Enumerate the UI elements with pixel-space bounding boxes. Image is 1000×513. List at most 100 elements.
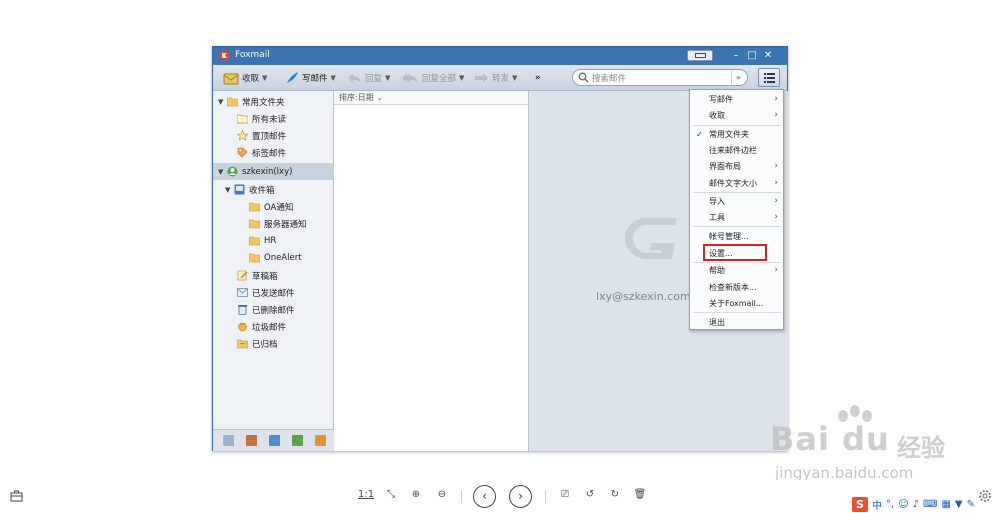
forward-button[interactable]: 转发 ▼ (474, 70, 517, 86)
folder-label: HR (264, 235, 277, 246)
menu-divider (693, 312, 781, 313)
folder-common-group[interactable]: ▼ 常用文件夹 (213, 93, 334, 110)
folder-tagged[interactable]: 标签邮件 (213, 144, 334, 161)
skin-icon[interactable]: ▦ (941, 499, 950, 510)
search-input[interactable]: 搜索邮件 » (572, 69, 748, 86)
menu-item-common-folders[interactable]: ✓ 常用文件夹 (690, 126, 783, 142)
mail-view-icon[interactable] (223, 435, 234, 446)
folder-sent[interactable]: 已发送邮件 (213, 284, 334, 301)
trash-icon (238, 305, 247, 315)
folder-pane: ▼ 常用文件夹 所有未读 置顶邮件 标签邮件 ▼ szkexin(lxy) ▼ … (213, 91, 334, 451)
previous-button[interactable]: ‹ (473, 485, 496, 508)
menu-label: 收取 (709, 110, 725, 120)
menu-item-compose[interactable]: 写邮件 › (690, 91, 783, 107)
baidu-brand-cn: 经验 (897, 434, 945, 462)
receive-button[interactable]: 收取 ▼ (223, 70, 267, 86)
shirt-icon[interactable]: ▼ (955, 499, 963, 510)
tag-icon (237, 147, 248, 158)
menu-item-import[interactable]: 导入 › (690, 193, 783, 209)
zoom-in-icon[interactable]: ⊕ (408, 489, 424, 505)
menu-item-exit[interactable]: 退出 (690, 314, 783, 330)
menu-item-check-update[interactable]: 检查新版本... (690, 279, 783, 295)
briefcase-icon[interactable] (10, 490, 23, 502)
pane-switcher (213, 429, 334, 451)
menu-item-font-size[interactable]: 邮件文字大小 › (690, 175, 783, 191)
rotate-left-icon[interactable]: ↺ (583, 489, 597, 505)
close-button[interactable]: ✕ (761, 49, 775, 62)
divider (545, 490, 546, 503)
actual-size-button[interactable]: 1:1 (358, 489, 374, 505)
rss-icon[interactable] (315, 435, 326, 446)
menu-item-tools[interactable]: 工具 › (690, 209, 783, 225)
forward-label: 转发 (492, 74, 510, 84)
next-button[interactable]: › (509, 485, 532, 508)
chevron-down-icon: ▼ (262, 74, 268, 82)
chevron-right-icon: › (774, 94, 778, 104)
image-viewer-toolbar: 1:1 ⤡ ⊕ ⊖ ‹ › ⎚ ↺ ↻ 🗑 (0, 480, 1000, 513)
skin-button[interactable] (687, 50, 713, 61)
mail-list-pane: 排序:日期 ⌄ (334, 91, 529, 451)
menu-label: 帮助 (709, 265, 725, 275)
folder-label: OA通知 (264, 202, 294, 213)
menu-item-about[interactable]: 关于Foxmail... (690, 295, 783, 311)
folder-oa[interactable]: OA通知 (213, 198, 334, 215)
folder-server[interactable]: 服务器通知 (213, 215, 334, 232)
emoji-icon[interactable]: ☺ (898, 499, 908, 510)
folder-onealert[interactable]: OneAlert (213, 249, 334, 266)
notes-icon[interactable] (292, 435, 303, 446)
maximize-button[interactable]: □ (745, 49, 759, 62)
menu-label: 工具 (709, 212, 725, 222)
sort-bar[interactable]: 排序:日期 ⌄ (334, 91, 528, 105)
folder-archived[interactable]: 已归档 (213, 335, 334, 352)
toolbar: 收取 ▼ 写邮件 ▼ 回复 ▼ 回复全部 ▼ 转发 ▼ » 搜索邮件 » (213, 65, 787, 91)
folder-hr[interactable]: HR (213, 232, 334, 249)
calendar-icon[interactable] (269, 435, 280, 446)
foxmail-logo-icon (219, 50, 230, 61)
sogou-logo-icon[interactable]: S (852, 496, 868, 512)
folder-label: 已发送邮件 (252, 288, 295, 299)
menu-item-help[interactable]: 帮助 › (690, 262, 783, 278)
menu-label: 检查新版本... (709, 282, 757, 292)
account-label: szkexin(lxy) (242, 166, 293, 177)
reply-button[interactable]: 回复 ▼ (347, 70, 390, 86)
folder-inbox[interactable]: ▼ 收件箱 (213, 181, 334, 198)
folder-pinned[interactable]: 置顶邮件 (213, 127, 334, 144)
folder-junk[interactable]: 垃圾邮件 (213, 318, 334, 335)
baidu-brand: Bai du (770, 420, 890, 458)
folder-drafts[interactable]: 草稿箱 (213, 267, 334, 284)
rotate-right-icon[interactable]: ↻ (608, 489, 622, 505)
highlight-box (703, 244, 767, 261)
minimize-button[interactable]: – (729, 49, 743, 62)
account-row[interactable]: ▼ szkexin(lxy) (213, 163, 334, 180)
menu-item-contact-sidebar[interactable]: 往来邮件边栏 (690, 142, 783, 158)
account-icon (227, 166, 238, 177)
compose-button[interactable]: 写邮件 ▼ (285, 70, 336, 86)
ime-toolbar: S 中 °, ☺ ♪ ⌨ ▦ ▼ ✎ (852, 496, 992, 512)
menu-item-receive[interactable]: 收取 › (690, 107, 783, 123)
delete-icon[interactable]: 🗑 (633, 489, 647, 505)
slideshow-icon[interactable]: ⎚ (557, 489, 573, 505)
fit-screen-icon[interactable]: ⤡ (384, 489, 398, 505)
ime-lang-toggle[interactable]: 中 (872, 497, 882, 512)
wrench-icon[interactable]: ✎ (967, 499, 975, 510)
reply-all-button[interactable]: 回复全部 ▼ (402, 70, 464, 86)
main-menu-button[interactable] (758, 68, 780, 87)
menu-label: 常用文件夹 (709, 129, 749, 139)
keyboard-icon[interactable]: ⌨ (923, 499, 937, 510)
settings-gear-icon[interactable] (978, 489, 992, 503)
menu-item-layout[interactable]: 界面布局 › (690, 158, 783, 174)
punctuation-icon[interactable]: °, (886, 499, 894, 510)
contacts-icon[interactable] (246, 435, 257, 446)
folder-deleted[interactable]: 已删除邮件 (213, 301, 334, 318)
folder-all-unread[interactable]: 所有未读 (213, 110, 334, 127)
more-button[interactable]: » (535, 70, 541, 86)
zoom-out-icon[interactable]: ⊖ (434, 489, 450, 505)
menu-item-accounts[interactable]: 帐号管理... (690, 228, 783, 244)
menu-divider (693, 226, 781, 227)
title-bar[interactable]: Foxmail – □ ✕ (213, 47, 787, 65)
search-options-icon[interactable]: » (731, 71, 745, 84)
menu-label: 往来邮件边栏 (709, 145, 757, 155)
menu-label: 退出 (709, 317, 725, 327)
folder-icon (249, 202, 260, 212)
mic-icon[interactable]: ♪ (913, 499, 919, 510)
